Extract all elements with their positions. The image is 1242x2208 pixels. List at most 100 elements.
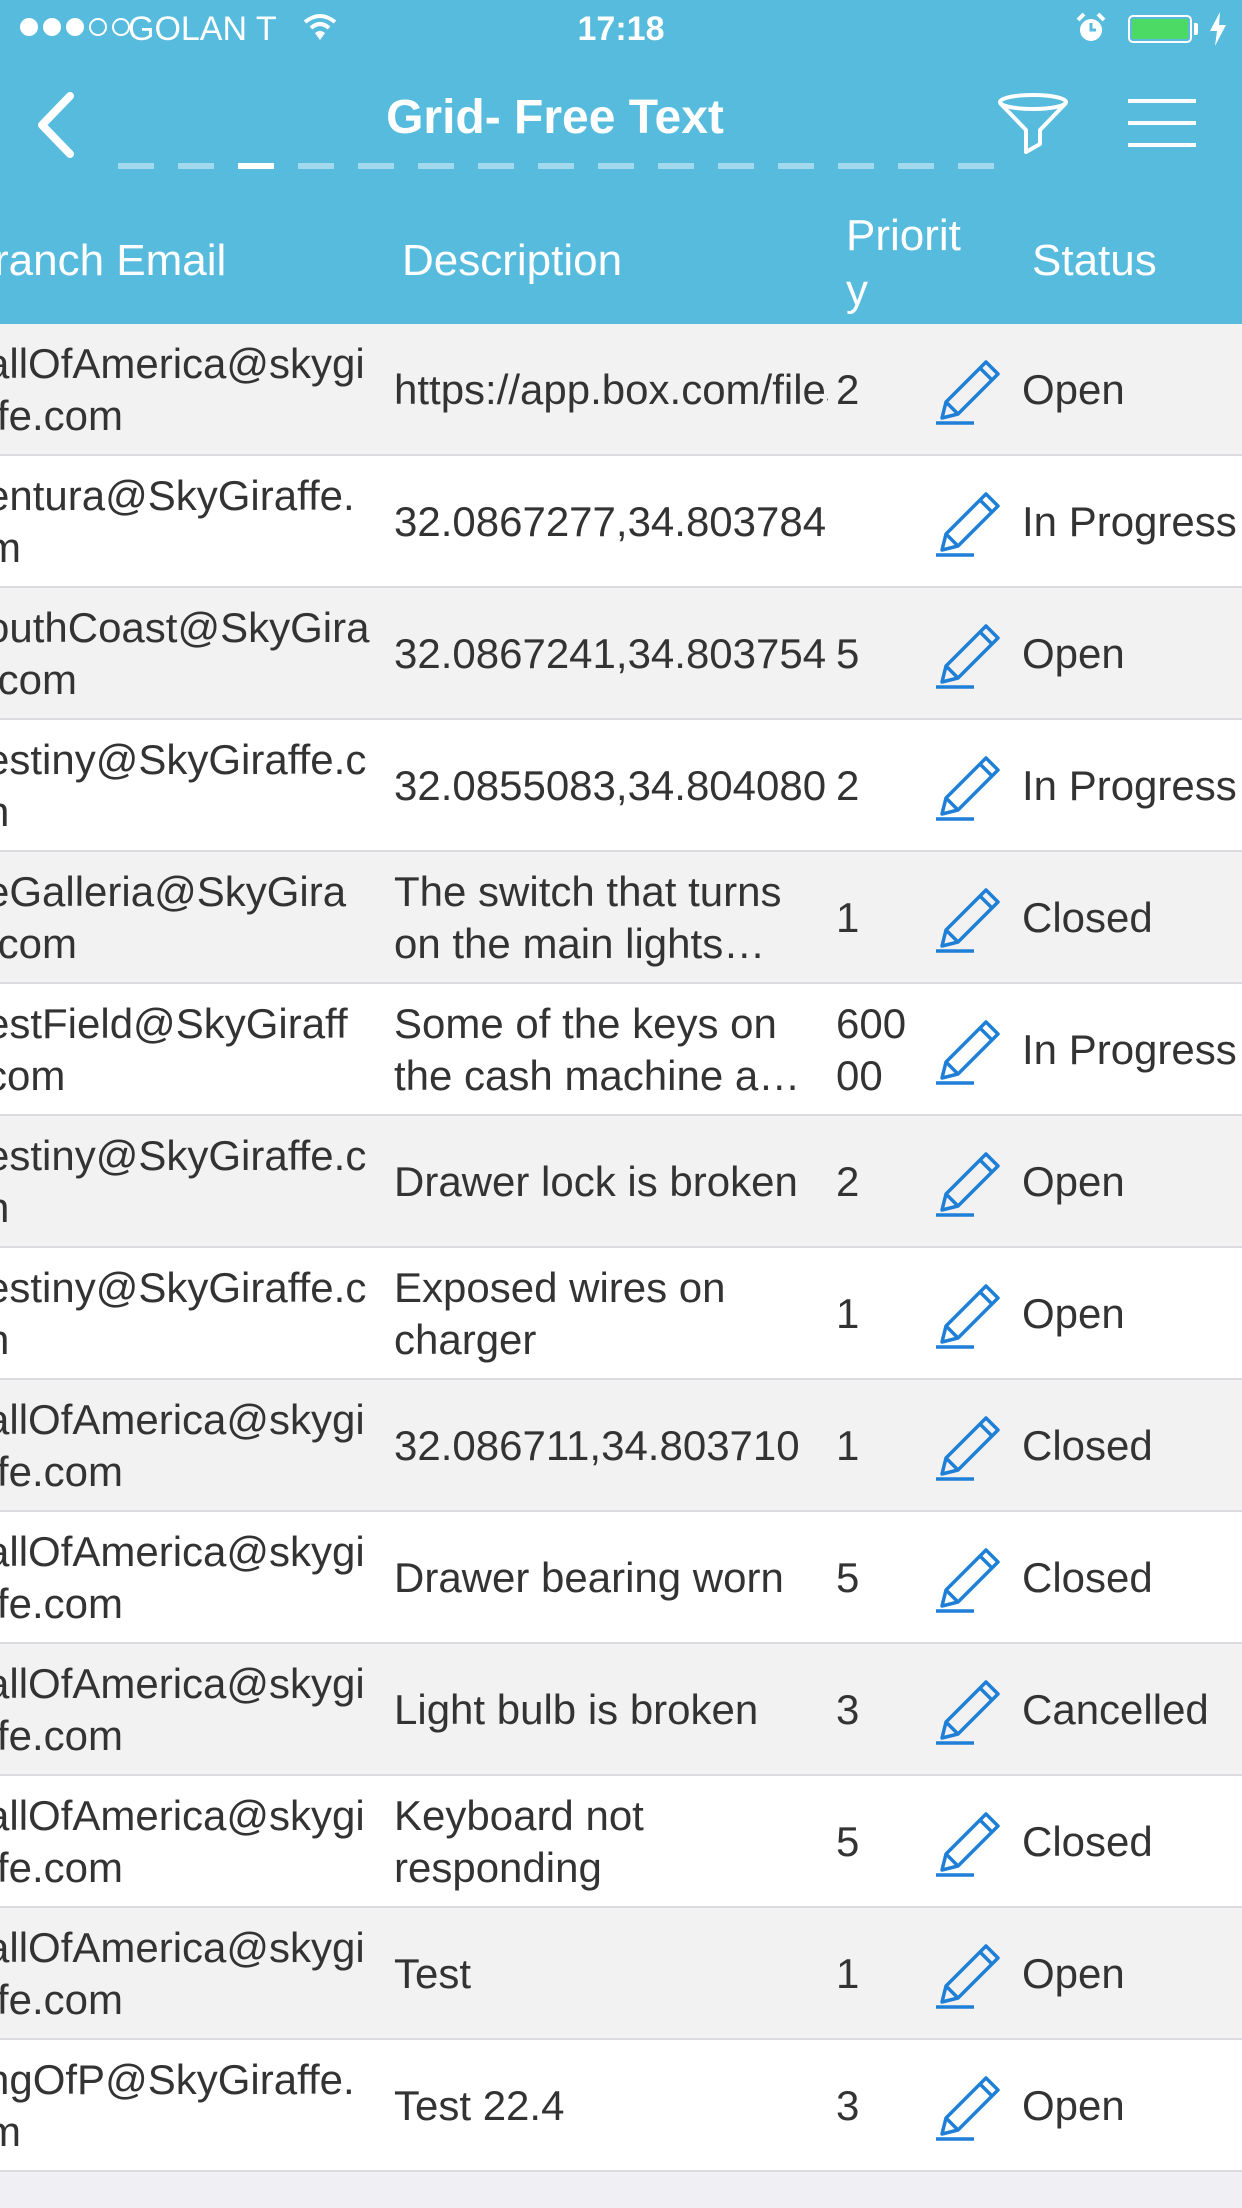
column-header-description[interactable]: Description bbox=[402, 236, 622, 286]
table-row[interactable]: estiny@SkyGiraffe.cn Exposed wires on ch… bbox=[0, 1248, 1242, 1380]
priority-cell: 1 bbox=[836, 1950, 860, 1997]
edit-pencil-icon[interactable] bbox=[934, 884, 1004, 954]
status-cell: Open bbox=[1022, 366, 1125, 413]
description-cell: 32.0855083,34.8040803 bbox=[394, 762, 828, 809]
status-cell: In Progress bbox=[1022, 498, 1237, 545]
charging-bolt-icon bbox=[1210, 12, 1226, 46]
table-row[interactable]: estiny@SkyGiraffe.cn 32.0855083,34.80408… bbox=[0, 720, 1242, 852]
email-cell: allOfAmerica@skygiffe.com bbox=[0, 340, 365, 439]
description-cell: Test 22.4 bbox=[394, 2082, 565, 2129]
status-time: 17:18 bbox=[577, 10, 665, 48]
edit-pencil-icon[interactable] bbox=[934, 1808, 1004, 1878]
status-cell: Closed bbox=[1022, 894, 1153, 941]
table-row[interactable]: entura@SkyGiraffe. m 32.0867277,34.803784… bbox=[0, 456, 1242, 588]
page-indicator-segment bbox=[778, 163, 814, 169]
page-indicator-segment bbox=[118, 163, 154, 169]
edit-pencil-icon[interactable] bbox=[934, 620, 1004, 690]
column-header-priority[interactable]: Priority bbox=[846, 208, 976, 318]
status-cell: In Progress bbox=[1022, 1026, 1237, 1073]
description-cell: 32.086711,34.803710 bbox=[394, 1422, 800, 1469]
edit-pencil-icon[interactable] bbox=[934, 1544, 1004, 1614]
email-cell: estiny@SkyGiraffe.cn bbox=[0, 736, 367, 835]
edit-pencil-icon[interactable] bbox=[934, 356, 1004, 426]
priority-cell: 2 bbox=[836, 366, 860, 413]
email-cell: eGalleria@SkyGira.com bbox=[0, 868, 347, 967]
table-row[interactable]: allOfAmerica@skygiffe.com Drawer bearing… bbox=[0, 1512, 1242, 1644]
table-row[interactable]: eGalleria@SkyGira.com The switch that tu… bbox=[0, 852, 1242, 984]
status-cell: In Progress bbox=[1022, 762, 1237, 809]
description-cell: https://app.box.com/files/0/f/388429734… bbox=[394, 366, 828, 413]
description-cell: The switch that turns on the main lights… bbox=[394, 868, 782, 967]
description-cell: Drawer lock is broken bbox=[394, 1158, 798, 1205]
email-cell: entura@SkyGiraffe. m bbox=[0, 472, 355, 571]
edit-pencil-icon[interactable] bbox=[934, 1280, 1004, 1350]
edit-pencil-icon[interactable] bbox=[934, 1676, 1004, 1746]
table-row[interactable]: ngOfP@SkyGiraffe. m Test 22.4 3 Open bbox=[0, 2040, 1242, 2172]
priority-cell: 5 bbox=[836, 630, 860, 677]
edit-pencil-icon[interactable] bbox=[934, 488, 1004, 558]
page-indicator-segment bbox=[238, 163, 274, 169]
page-indicator bbox=[118, 163, 994, 169]
priority-cell: 2 bbox=[836, 1158, 860, 1205]
edit-pencil-icon[interactable] bbox=[934, 752, 1004, 822]
page-indicator-segment bbox=[478, 163, 514, 169]
email-cell: allOfAmerica@skygiffe.com bbox=[0, 1660, 365, 1759]
page-indicator-segment bbox=[898, 163, 934, 169]
status-cell: Cancelled bbox=[1022, 1686, 1209, 1733]
priority-cell: 3 bbox=[836, 1686, 860, 1733]
priority-cell: 1 bbox=[836, 1422, 860, 1469]
description-cell: Exposed wires on charger bbox=[394, 1264, 726, 1363]
status-cell: Open bbox=[1022, 2082, 1125, 2129]
email-cell: estiny@SkyGiraffe.cn bbox=[0, 1264, 367, 1363]
priority-cell: 1 bbox=[836, 1290, 860, 1337]
description-cell: Keyboard not responding bbox=[394, 1792, 644, 1891]
table-row[interactable]: allOfAmerica@skygiffe.com Keyboard not r… bbox=[0, 1776, 1242, 1908]
priority-cell: 5 bbox=[836, 1818, 860, 1865]
page-indicator-segment bbox=[358, 163, 394, 169]
status-cell: Closed bbox=[1022, 1422, 1153, 1469]
table-row[interactable]: outhCoast@SkyGira.com 32.0867241,34.8037… bbox=[0, 588, 1242, 720]
email-cell: estField@SkyGiraffcom bbox=[0, 1000, 348, 1099]
grid-rows: allOfAmerica@skygiffe.com https://app.bo… bbox=[0, 324, 1242, 2172]
edit-pencil-icon[interactable] bbox=[934, 2072, 1004, 2142]
edit-pencil-icon[interactable] bbox=[934, 1016, 1004, 1086]
page-indicator-segment bbox=[598, 163, 634, 169]
edit-pencil-icon[interactable] bbox=[934, 1148, 1004, 1218]
email-cell: estiny@SkyGiraffe.cn bbox=[0, 1132, 367, 1231]
table-row[interactable]: estiny@SkyGiraffe.cn Drawer lock is brok… bbox=[0, 1116, 1242, 1248]
alarm-icon bbox=[1076, 12, 1106, 41]
description-cell: 32.0867241,34.8037549 bbox=[394, 630, 828, 677]
edit-pencil-icon[interactable] bbox=[934, 1940, 1004, 2010]
page-title: Grid- Free Text bbox=[386, 91, 724, 144]
email-cell: allOfAmerica@skygiffe.com bbox=[0, 1396, 365, 1495]
email-cell: outhCoast@SkyGira.com bbox=[0, 604, 370, 703]
priority-cell: 60000 bbox=[836, 1000, 907, 1099]
battery-tip bbox=[1194, 23, 1198, 35]
navigation-header: GOLAN T 17:18 Grid- Free Text ranch Emai… bbox=[0, 0, 1242, 324]
email-cell: ngOfP@SkyGiraffe. m bbox=[0, 2056, 355, 2155]
description-cell: Some of the keys on the cash machine a… bbox=[394, 1000, 801, 1099]
page-indicator-segment bbox=[958, 163, 994, 169]
edit-pencil-icon[interactable] bbox=[934, 1412, 1004, 1482]
hamburger-menu-icon[interactable] bbox=[1128, 98, 1196, 148]
page-indicator-segment bbox=[298, 163, 334, 169]
page-indicator-segment bbox=[418, 163, 454, 169]
column-header-status[interactable]: Status bbox=[1032, 236, 1157, 286]
status-cell: Closed bbox=[1022, 1818, 1153, 1865]
priority-cell: 1 bbox=[836, 894, 860, 941]
status-cell: Open bbox=[1022, 1290, 1125, 1337]
table-row[interactable]: allOfAmerica@skygiffe.com 32.086711,34.8… bbox=[0, 1380, 1242, 1512]
status-bar: GOLAN T 17:18 bbox=[0, 0, 1242, 60]
page-indicator-segment bbox=[838, 163, 874, 169]
table-row[interactable]: allOfAmerica@skygiffe.com Light bulb is … bbox=[0, 1644, 1242, 1776]
email-cell: allOfAmerica@skygiffe.com bbox=[0, 1924, 365, 2023]
email-cell: allOfAmerica@skygiffe.com bbox=[0, 1528, 365, 1627]
table-row[interactable]: allOfAmerica@skygiffe.com Test 1 Open bbox=[0, 1908, 1242, 2040]
table-row[interactable]: allOfAmerica@skygiffe.com https://app.bo… bbox=[0, 324, 1242, 456]
priority-cell bbox=[836, 470, 926, 574]
filter-funnel-icon[interactable] bbox=[996, 92, 1070, 156]
description-cell: Drawer bearing worn bbox=[394, 1554, 784, 1601]
column-header-branch-email[interactable]: ranch Email bbox=[0, 236, 226, 286]
priority-cell: 3 bbox=[836, 2082, 860, 2129]
table-row[interactable]: estField@SkyGiraffcom Some of the keys o… bbox=[0, 984, 1242, 1116]
